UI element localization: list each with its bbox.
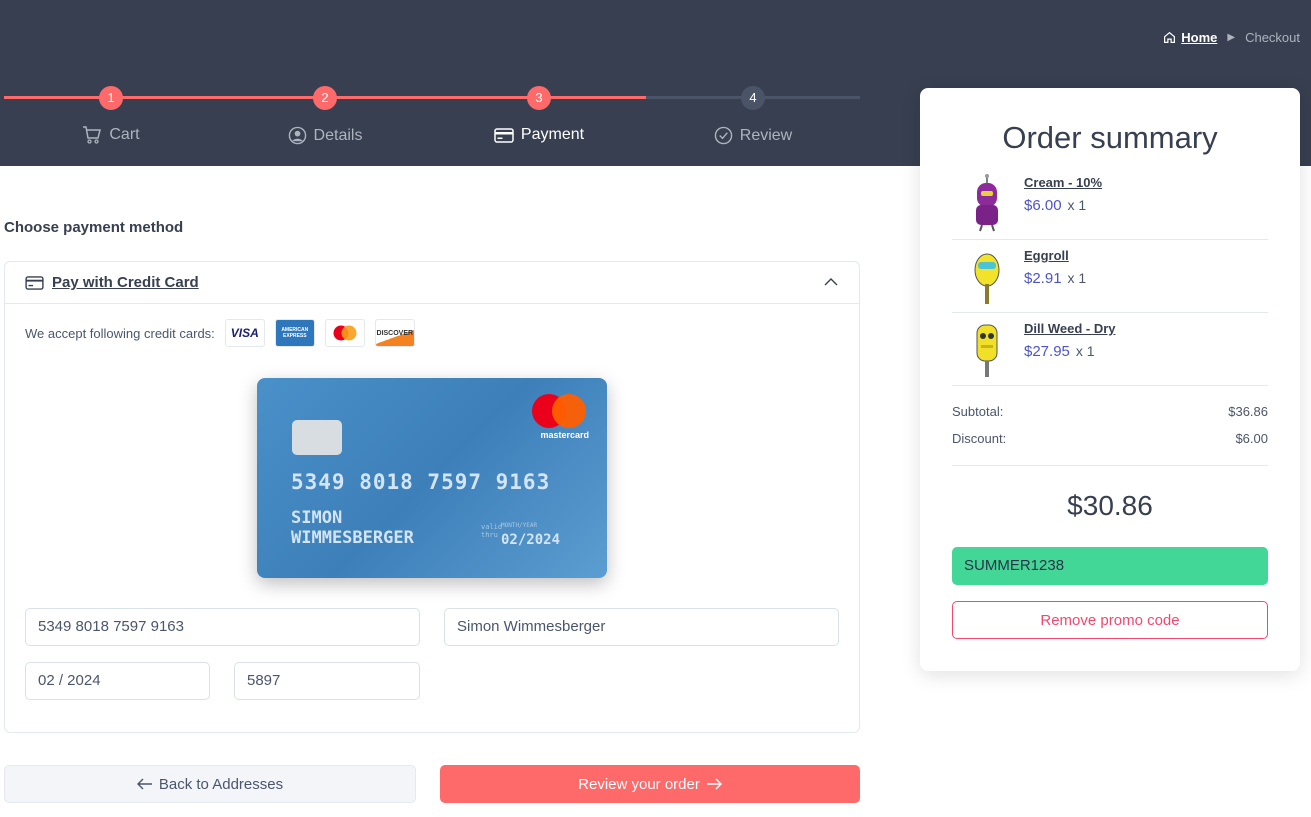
card-number-input[interactable]: 5349 8018 7597 9163 [25, 608, 420, 646]
mastercard-logo [324, 319, 365, 347]
discount-label: Discount: [952, 431, 1007, 446]
accepted-cards-row: We accept following credit cards: VISA A… [25, 319, 415, 347]
discount-value: $6.00 [1235, 431, 1268, 446]
review-button-label: Review your order [578, 775, 700, 793]
step-number: 4 [741, 86, 765, 110]
card-preview-expiry: 02/2024 [501, 532, 561, 548]
credit-card-panel: Pay with Credit Card We accept following… [4, 261, 860, 733]
step-number: 3 [527, 86, 551, 110]
card-preview-name: SIMON WIMMESBERGER [291, 508, 414, 548]
card-valid-label-1: valid [481, 523, 503, 531]
item-name[interactable]: Eggroll [1024, 248, 1069, 263]
item-qty: x 1 [1067, 197, 1087, 213]
back-to-addresses-button[interactable]: Back to Addresses [4, 765, 416, 803]
credit-card-icon [25, 275, 44, 290]
item-qty: x 1 [1067, 270, 1087, 286]
amex-logo: AMERICAN EXPRESS [274, 319, 315, 347]
promo-code-field[interactable]: SUMMER1238 [952, 547, 1268, 585]
step-label: Cart [109, 126, 140, 143]
arrow-left-icon [136, 778, 152, 790]
back-button-label: Back to Addresses [158, 775, 284, 793]
subtotal-label: Subtotal: [952, 404, 1004, 419]
order-total: $30.86 [1067, 490, 1153, 521]
visa-logo: VISA [224, 319, 265, 347]
breadcrumb: Home ▶ Checkout [1163, 30, 1300, 45]
card-preview-name-line2: WIMMESBERGER [291, 528, 414, 548]
step-payment[interactable]: 3 Payment [432, 86, 646, 144]
product-thumbnail[interactable] [962, 173, 1012, 233]
card-brand-logo: mastercard [529, 394, 589, 442]
item-name[interactable]: Cream - 10% [1024, 175, 1102, 190]
step-label: Payment [520, 126, 585, 143]
card-name-input[interactable]: Simon Wimmesberger [444, 608, 839, 646]
card-valid-label: valid thru [481, 523, 502, 539]
item-price: $2.91 [1024, 270, 1062, 287]
card-valid-label-2: thru [481, 531, 498, 539]
order-summary: Order summary Cream - 10% $6.00 x 1 Eggro… [920, 88, 1300, 671]
item-price: $6.00 [1024, 197, 1062, 214]
card-preview-number: 5349 8018 7597 9163 [291, 470, 551, 494]
discover-logo: DISCOVER [374, 319, 415, 347]
summary-item: Cream - 10% $6.00 x 1 [952, 167, 1268, 240]
cart-icon [83, 126, 102, 144]
panel-title[interactable]: Pay with Credit Card [52, 274, 199, 291]
home-icon [1164, 31, 1176, 43]
summary-item: Eggroll $2.91 x 1 [952, 240, 1268, 313]
check-circle-icon [714, 126, 733, 145]
credit-card-icon [494, 127, 514, 143]
user-circle-icon [288, 126, 306, 145]
card-expiry-input[interactable]: 02 / 2024 [25, 662, 210, 700]
product-thumbnail[interactable] [962, 246, 1012, 306]
subtotal-value: $36.86 [1228, 404, 1268, 419]
arrow-right-icon [706, 778, 722, 790]
credit-card-preview: mastercard 5349 8018 7597 9163 SIMON WIM… [257, 378, 607, 578]
breadcrumb-home-label: Home [1181, 30, 1218, 45]
discount-row: Discount: $6.00 [952, 431, 1268, 446]
item-price-row: $6.00 x 1 [1024, 197, 1086, 214]
summary-item: Dill Weed - Dry $27.95 x 1 [952, 313, 1268, 386]
step-label: Details [313, 126, 363, 144]
product-thumbnail[interactable] [962, 319, 1012, 379]
chevron-up-icon[interactable] [823, 274, 839, 290]
step-details[interactable]: 2 Details [218, 86, 432, 145]
summary-divider [952, 465, 1268, 466]
item-qty: x 1 [1075, 343, 1095, 359]
item-price-row: $27.95 x 1 [1024, 343, 1095, 360]
breadcrumb-home[interactable]: Home [1163, 30, 1217, 45]
item-price-row: $2.91 x 1 [1024, 270, 1086, 287]
mastercard-circles-icon [333, 325, 357, 341]
card-preview-name-line1: SIMON [291, 508, 343, 528]
card-chip [292, 420, 342, 455]
step-number: 1 [99, 86, 123, 110]
step-label: Review [739, 126, 793, 144]
accept-text: We accept following credit cards: [25, 325, 215, 341]
review-order-button[interactable]: Review your order [440, 765, 860, 803]
mastercard-circles-icon [532, 394, 586, 428]
breadcrumb-separator-icon: ▶ [1227, 32, 1236, 43]
section-title: Choose payment method [4, 219, 184, 236]
panel-header[interactable]: Pay with Credit Card [5, 262, 859, 304]
breadcrumb-current: Checkout [1245, 30, 1300, 45]
order-summary-title: Order summary [1002, 120, 1218, 155]
card-brand-text: mastercard [540, 430, 589, 440]
item-price: $27.95 [1024, 343, 1070, 360]
card-month-year-label: MONTH/YEAR [501, 522, 538, 529]
step-review[interactable]: 4 Review [646, 86, 860, 145]
item-name[interactable]: Dill Weed - Dry [1024, 321, 1116, 336]
step-cart[interactable]: 1 Cart [4, 86, 218, 144]
checkout-steps: 1 Cart 2 Details 3 Payment 4 Review [4, 86, 860, 156]
remove-promo-button[interactable]: Remove promo code [952, 601, 1268, 639]
subtotal-row: Subtotal: $36.86 [952, 404, 1268, 419]
card-cvc-input[interactable]: 5897 [234, 662, 420, 700]
step-number: 2 [313, 86, 337, 110]
